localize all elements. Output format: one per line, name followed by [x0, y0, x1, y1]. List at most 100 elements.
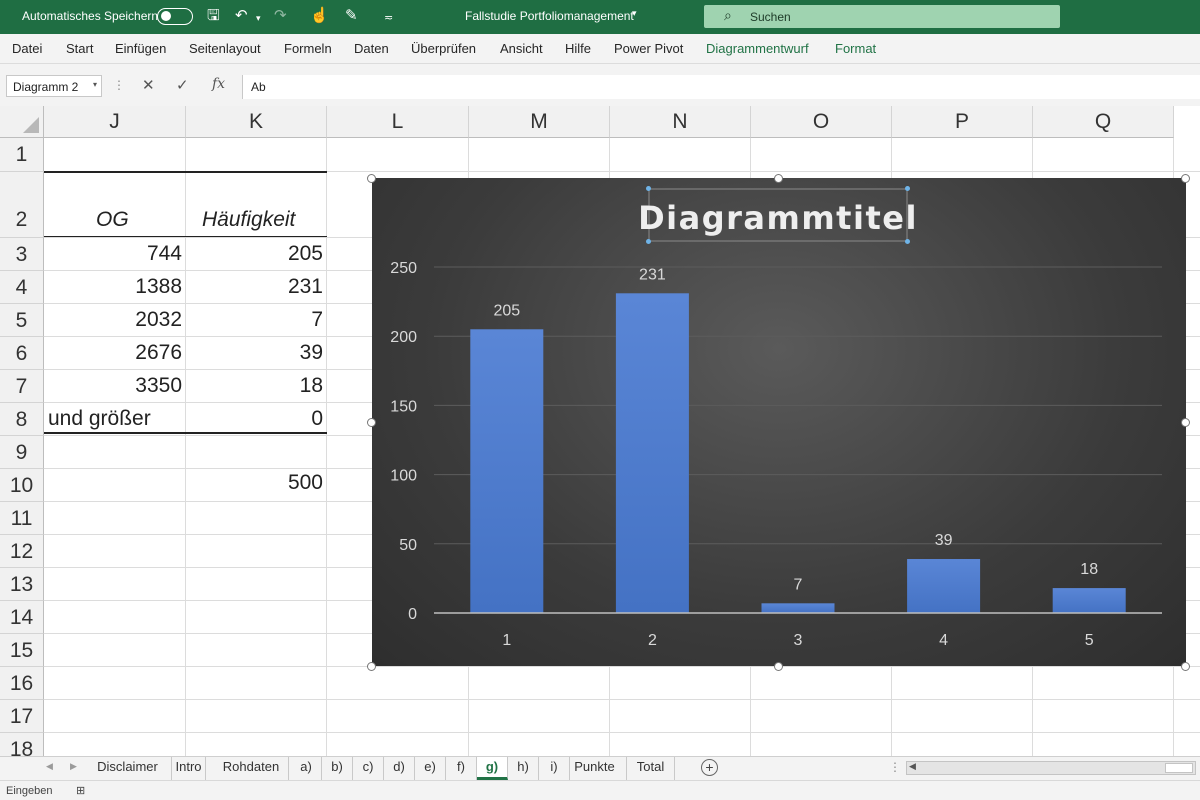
row-header-7[interactable]: 7 — [0, 370, 44, 403]
title-selection-handle[interactable] — [646, 186, 651, 191]
menu-item-3[interactable]: Seitenlayout — [189, 41, 261, 56]
resize-handle[interactable] — [1181, 662, 1190, 671]
chart-bar[interactable] — [615, 293, 689, 613]
x-axis-tick-label[interactable]: 4 — [939, 632, 948, 649]
enter-icon[interactable]: ✓ — [176, 76, 189, 94]
insert-function-icon[interactable]: fx — [212, 76, 225, 92]
y-axis-tick-label[interactable]: 200 — [390, 329, 417, 346]
y-axis-tick-label[interactable]: 50 — [399, 537, 417, 554]
column-header-k[interactable]: K — [186, 106, 327, 138]
row-header-16[interactable]: 16 — [0, 667, 44, 700]
x-axis-tick-label[interactable]: 5 — [1085, 632, 1094, 649]
sheet-tab-6[interactable]: d) — [384, 757, 415, 780]
name-box[interactable]: Diagramm 2 ▾ — [6, 75, 102, 97]
sheet-tab-1[interactable]: Intro — [172, 757, 206, 780]
frequency-cell[interactable]: 39 — [186, 341, 323, 365]
chevron-down-icon[interactable]: ▾ — [93, 80, 97, 89]
bar-chart[interactable]: 0 50 100 150 200 250 205 1 231 2 7 3 39 4 18 5 Diagrammt… — [372, 178, 1186, 666]
og-cell[interactable]: 3350 — [44, 374, 182, 398]
og-cell[interactable]: 744 — [44, 242, 182, 266]
frequency-cell[interactable]: 7 — [186, 308, 323, 332]
y-axis-tick-label[interactable]: 0 — [408, 606, 417, 623]
cancel-icon[interactable]: ✕ — [142, 76, 155, 94]
add-sheet-icon[interactable]: + — [701, 759, 718, 776]
resize-handle[interactable] — [367, 174, 376, 183]
menu-item-5[interactable]: Daten — [354, 41, 389, 56]
redo-icon[interactable]: ↷ — [274, 6, 287, 26]
sheet-tab-12[interactable]: Punkte — [563, 757, 627, 780]
touch-mode-icon[interactable]: ☝ — [310, 6, 329, 26]
column-header-o[interactable]: O — [751, 106, 892, 138]
sheet-tab-8[interactable]: f) — [446, 757, 477, 780]
resize-handle[interactable] — [774, 174, 783, 183]
row-header-17[interactable]: 17 — [0, 700, 44, 733]
y-axis-tick-label[interactable]: 250 — [390, 260, 417, 277]
column-header-j[interactable]: J — [44, 106, 186, 138]
scrollbar-thumb[interactable] — [1165, 763, 1193, 773]
column-header-n[interactable]: N — [610, 106, 751, 138]
data-label[interactable]: 7 — [794, 576, 803, 593]
menu-item-2[interactable]: Einfügen — [115, 41, 166, 56]
y-axis-tick-label[interactable]: 150 — [390, 398, 417, 415]
data-label[interactable]: 231 — [639, 266, 666, 283]
row-header-8[interactable]: 8 — [0, 403, 44, 436]
x-axis-tick-label[interactable]: 2 — [648, 632, 657, 649]
chart-title[interactable]: Diagrammtitel — [638, 199, 918, 237]
data-label[interactable]: 18 — [1080, 561, 1098, 578]
row-header-3[interactable]: 3 — [0, 238, 44, 271]
chart-bar[interactable] — [907, 559, 981, 613]
row-header-10[interactable]: 10 — [0, 469, 44, 502]
data-label[interactable]: 39 — [935, 532, 953, 549]
menu-item-0[interactable]: Datei — [12, 41, 42, 56]
sheet-tab-10[interactable]: h) — [508, 757, 539, 780]
resize-handle[interactable] — [1181, 418, 1190, 427]
undo-icon[interactable]: ↶ — [235, 6, 248, 26]
resize-handle[interactable] — [367, 662, 376, 671]
autosave-toggle[interactable] — [157, 8, 193, 25]
column-header-q[interactable]: Q — [1033, 106, 1174, 138]
chart-bar[interactable] — [1052, 588, 1126, 613]
menu-item-4[interactable]: Formeln — [284, 41, 332, 56]
header-frequency[interactable]: Häufigkeit — [202, 208, 295, 232]
undo-dropdown-icon[interactable]: ▾ — [256, 8, 261, 28]
menu-item-10[interactable]: Diagrammentwurf — [706, 41, 809, 56]
menu-item-9[interactable]: Power Pivot — [614, 41, 683, 56]
menu-item-8[interactable]: Hilfe — [565, 41, 591, 56]
frequency-cell[interactable]: 205 — [186, 242, 323, 266]
total-cell[interactable]: 500 — [186, 471, 323, 495]
row-header-14[interactable]: 14 — [0, 601, 44, 634]
row-header-18[interactable]: 18 — [0, 733, 44, 756]
format-painter-icon[interactable]: ✎ — [345, 6, 358, 26]
row-header-15[interactable]: 15 — [0, 634, 44, 667]
row-header-13[interactable]: 13 — [0, 568, 44, 601]
frequency-cell[interactable]: 231 — [186, 275, 323, 299]
column-header-m[interactable]: M — [469, 106, 610, 138]
scroll-left-icon[interactable]: ◀ — [909, 761, 916, 772]
save-icon[interactable]: 🖫 — [207, 6, 220, 26]
column-header-p[interactable]: P — [892, 106, 1033, 138]
worksheet-grid[interactable]: JKLMNOPQ 1 2 3 4 5 6 7 8 9 10 11 12 13 14 15 16 17 18 OG … — [0, 106, 1200, 756]
title-selection-handle[interactable] — [905, 239, 910, 244]
og-cell[interactable]: und größer — [48, 407, 151, 431]
row-header-1[interactable]: 1 — [0, 138, 44, 172]
sheet-tab-4[interactable]: b) — [322, 757, 353, 780]
row-header-12[interactable]: 12 — [0, 535, 44, 568]
sheet-tab-7[interactable]: e) — [415, 757, 446, 780]
more-options-icon[interactable]: ⋮ — [889, 760, 901, 774]
sheet-tab-9[interactable]: g) — [477, 757, 508, 780]
row-header-4[interactable]: 4 — [0, 271, 44, 304]
chart-area[interactable]: 0 50 100 150 200 250 205 1 231 2 7 3 39 4 18 5 Diagrammt… — [372, 178, 1186, 666]
horizontal-scrollbar[interactable]: ◀ — [906, 761, 1196, 775]
menu-item-7[interactable]: Ansicht — [500, 41, 543, 56]
og-cell[interactable]: 2032 — [44, 308, 182, 332]
sheet-tab-5[interactable]: c) — [353, 757, 384, 780]
title-selection-handle[interactable] — [646, 239, 651, 244]
sheet-tab-3[interactable]: a) — [291, 757, 322, 780]
menu-item-1[interactable]: Start — [66, 41, 93, 56]
sheet-tab-0[interactable]: Disclaimer — [84, 757, 172, 780]
select-all-corner[interactable] — [0, 106, 44, 138]
prev-sheet-icon[interactable]: ◀ — [46, 761, 53, 772]
next-sheet-icon[interactable]: ▶ — [70, 761, 77, 772]
row-header-6[interactable]: 6 — [0, 337, 44, 370]
chart-bar[interactable] — [761, 603, 835, 613]
